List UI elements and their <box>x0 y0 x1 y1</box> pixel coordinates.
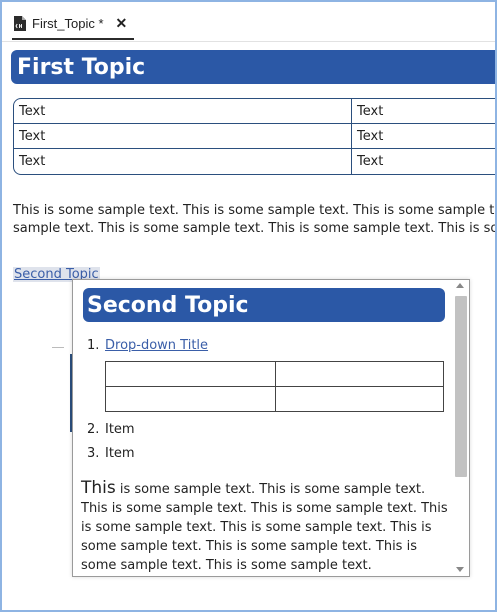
list-item: 1. Drop-down Title <box>83 338 453 412</box>
list-item: 3. Item <box>83 446 453 462</box>
scroll-up-arrow-icon[interactable] <box>456 283 464 288</box>
table-cell: Text <box>357 154 384 169</box>
tab-strip: First_Topic * ✕ <box>2 2 495 42</box>
dropdown-title-link[interactable]: Drop-down Title <box>105 338 208 353</box>
paragraph-first-word: This <box>81 478 116 498</box>
html-file-icon <box>14 15 26 31</box>
vertical-scrollbar[interactable] <box>453 280 469 576</box>
list-item-label: Item <box>105 446 135 461</box>
table-cell: Text <box>14 124 352 149</box>
text-table: Text Text Text Text Text Text <box>13 98 495 175</box>
scrollbar-thumb[interactable] <box>455 296 467 477</box>
list-item: 2. Item <box>83 422 453 438</box>
scroll-down-arrow-icon[interactable] <box>456 567 464 572</box>
table-cell: Text <box>14 99 352 124</box>
heading-second-topic: Second Topic <box>83 288 445 322</box>
numbered-list: 1. Drop-down Title 2. Item 3. Item <box>83 338 453 462</box>
table-row <box>105 361 444 387</box>
table-cell: Text <box>14 149 352 174</box>
table-row <box>105 386 444 412</box>
list-item-label: Item <box>105 422 135 437</box>
topic-popup[interactable]: Second Topic 1. Drop-down Title 2. Item … <box>72 279 470 577</box>
paragraph-line: sample text. This is some sample text. T… <box>13 221 495 236</box>
divider <box>52 347 64 348</box>
table-cell: Text <box>352 124 495 149</box>
table-cell: Text <box>352 99 495 124</box>
table-row: Text Text <box>14 124 495 149</box>
empty-table <box>105 361 444 412</box>
table-cell <box>275 361 444 387</box>
heading-second-topic-text: Second Topic <box>87 292 249 318</box>
table-cell <box>105 386 276 412</box>
close-icon[interactable]: ✕ <box>116 16 128 30</box>
table-row: Text Text <box>14 149 495 174</box>
paragraph-line: This is some sample text. This is some s… <box>13 203 495 218</box>
table-cell <box>105 361 276 387</box>
heading-first-topic: First Topic <box>11 50 495 84</box>
list-number: 2. <box>87 422 100 437</box>
tab-first-topic[interactable]: First_Topic * ✕ <box>12 8 134 40</box>
heading-first-topic-text: First Topic <box>17 54 146 80</box>
sample-paragraph: This is some sample text. This is some s… <box>13 202 495 238</box>
list-number: 3. <box>87 446 100 461</box>
table-cell <box>275 386 444 412</box>
paragraph-rest: is some sample text. This is some sample… <box>81 482 448 573</box>
table-row: Text Text <box>14 99 495 124</box>
editor-window: First_Topic * ✕ First Topic Text Text Te… <box>0 0 497 612</box>
popup-paragraph: This is some sample text. This is some s… <box>81 479 451 575</box>
list-number: 1. <box>87 338 100 353</box>
tab-label: First_Topic * <box>32 15 104 31</box>
